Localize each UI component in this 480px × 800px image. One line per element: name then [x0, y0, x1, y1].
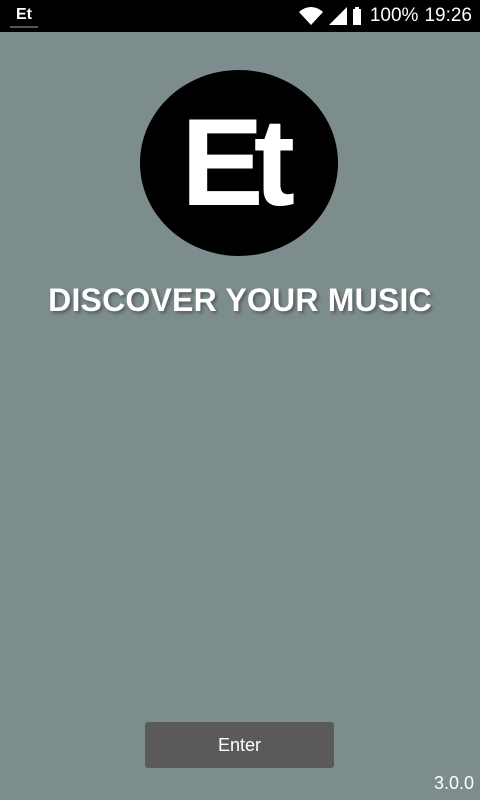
status-time: 19:26 — [424, 5, 472, 26]
headline: DISCOVER YOUR MUSIC — [48, 282, 432, 318]
logo-text: Et — [181, 94, 295, 232]
status-right: 100% 19:26 — [298, 0, 472, 32]
battery-icon — [352, 7, 362, 25]
status-left: Et — [10, 4, 38, 28]
status-icons — [298, 6, 362, 26]
battery-percent: 100% — [369, 5, 419, 26]
app-notification-icon: Et — [10, 4, 38, 28]
app-version: 3.0.0 — [433, 773, 474, 793]
status-bar: Et 100% 19:26 — [0, 0, 480, 32]
et-logo: Et — [140, 70, 338, 256]
wifi-icon — [298, 6, 324, 26]
signal-icon — [328, 6, 348, 26]
enter-button[interactable]: Enter — [145, 722, 334, 768]
